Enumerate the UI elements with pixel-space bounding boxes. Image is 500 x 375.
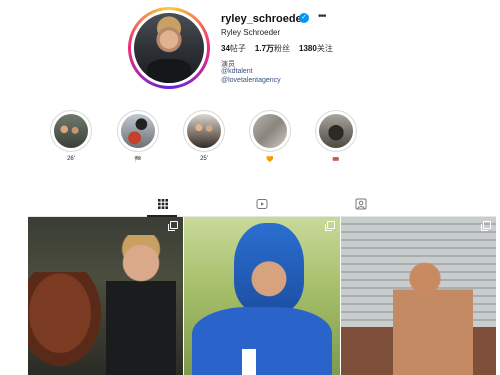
- highlight-item[interactable]: 🧡: [248, 110, 292, 164]
- highlight-item[interactable]: 🏁: [116, 110, 160, 164]
- stat-posts-value: 34: [221, 44, 230, 53]
- highlight-cover: [253, 114, 287, 148]
- post-tile[interactable]: [28, 217, 183, 375]
- post-jersey: [192, 307, 332, 375]
- post-horse: [28, 272, 108, 375]
- highlight-cover: [54, 114, 88, 148]
- post-tile[interactable]: [341, 217, 496, 375]
- multiple-images-icon: [168, 221, 178, 231]
- profile-avatar[interactable]: [128, 7, 210, 89]
- bio-link-lovetalentagency[interactable]: @lovetalentagency: [221, 77, 281, 84]
- highlight-cover: [319, 114, 353, 148]
- post-jersey-number: [242, 349, 256, 375]
- highlight-ring: [249, 110, 291, 152]
- highlight-ring: [117, 110, 159, 152]
- highlight-label: 🧡: [266, 157, 274, 163]
- profile-username: ryley_schroeder: [221, 13, 306, 25]
- post-helmet: [234, 223, 304, 313]
- avatar-photo: [134, 13, 204, 83]
- post-tile[interactable]: [184, 217, 340, 375]
- highlight-item[interactable]: 26': [49, 110, 93, 164]
- highlight-label: 25': [200, 156, 208, 162]
- stat-following-value: 1380: [299, 44, 317, 53]
- highlight-cover: [187, 114, 221, 148]
- stat-following-label: 关注: [316, 44, 333, 53]
- more-options-icon[interactable]: •••: [318, 11, 326, 22]
- stat-followers-value: 1.7万: [254, 44, 275, 53]
- highlight-ring: [183, 110, 225, 152]
- highlight-item[interactable]: 25': [182, 110, 226, 164]
- highlight-ring: [50, 110, 92, 152]
- grid-icon[interactable]: [157, 198, 169, 210]
- stat-followers[interactable]: 1.7万粉丝: [255, 43, 290, 54]
- tagged-icon[interactable]: [355, 198, 367, 210]
- highlight-label: 🏁: [134, 157, 142, 163]
- highlight-ring: [315, 110, 357, 152]
- avatar-inner-ring: [131, 10, 207, 86]
- highlight-label: 26': [67, 156, 75, 162]
- highlight-label: 🎟️: [332, 157, 340, 163]
- bio-link-kdtalent[interactable]: @kdtalent: [221, 68, 253, 75]
- highlight-cover: [121, 114, 155, 148]
- multiple-images-icon: [325, 221, 335, 231]
- profile-stats: 34帖子 1.7万粉丝 1380关注: [221, 43, 333, 54]
- stat-posts: 34帖子: [221, 43, 246, 54]
- stat-posts-label: 帖子: [229, 44, 246, 53]
- verified-badge-icon: ✓: [299, 13, 309, 23]
- profile-full-name: Ryley Schroeder: [221, 28, 281, 37]
- stat-followers-label: 粉丝: [274, 44, 291, 53]
- post-athlete: [393, 237, 473, 375]
- multiple-images-icon: [481, 221, 491, 231]
- reels-icon[interactable]: [256, 198, 268, 210]
- post-person: [106, 235, 176, 375]
- stat-following[interactable]: 1380关注: [299, 43, 333, 54]
- highlight-item[interactable]: 🎟️: [314, 110, 358, 164]
